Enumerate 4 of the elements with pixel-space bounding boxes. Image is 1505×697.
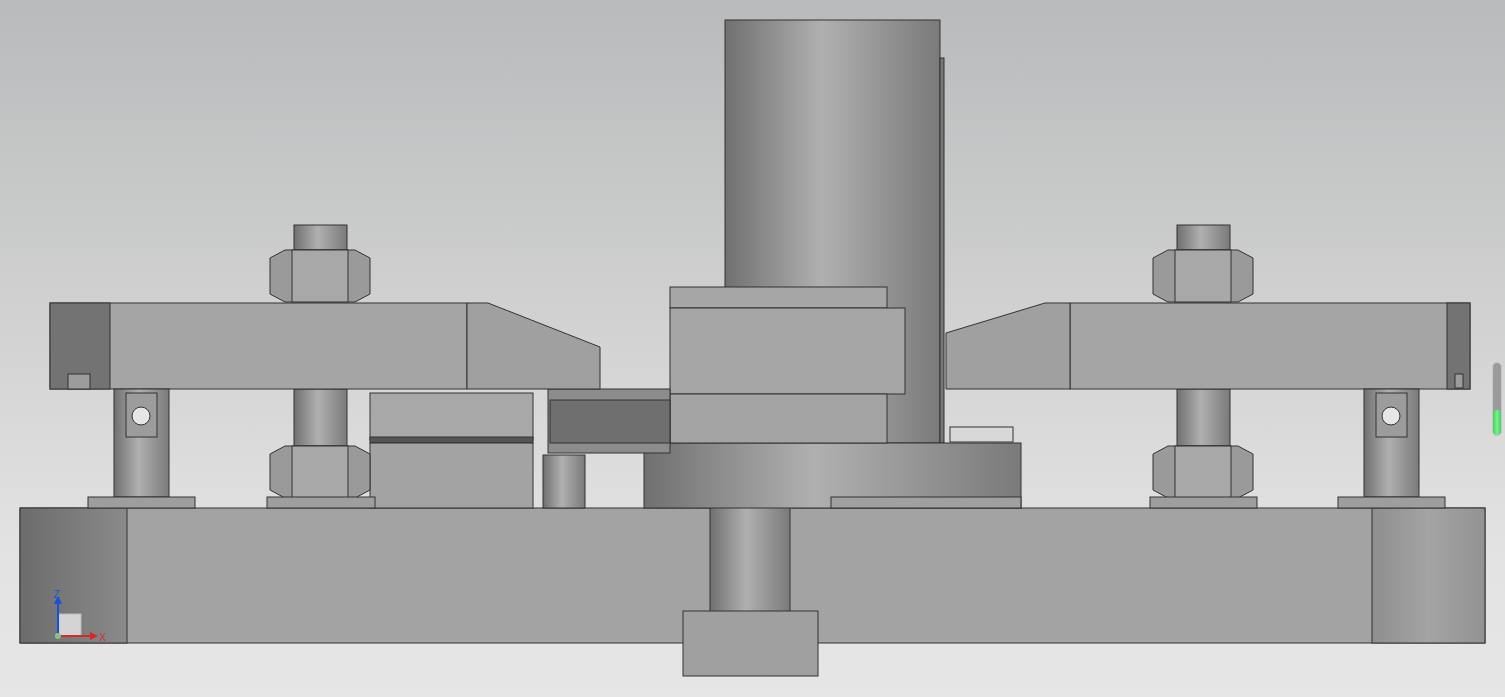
z-axis-label: Z bbox=[54, 589, 61, 600]
axis-triad bbox=[54, 596, 98, 640]
x-axis-label: X bbox=[99, 632, 106, 643]
cad-viewport[interactable]: Z X bbox=[0, 0, 1505, 697]
